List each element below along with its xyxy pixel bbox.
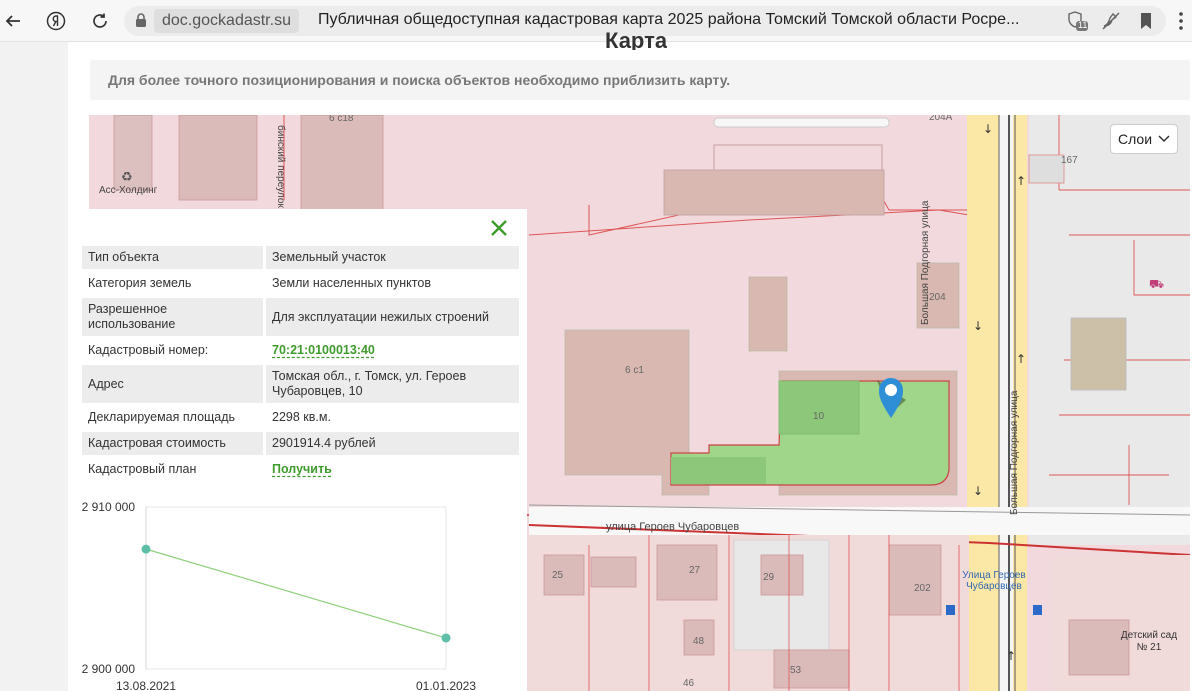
stop-label: Улица Героев Чубаровцев bbox=[962, 570, 1026, 592]
svg-text:↓: ↓ bbox=[973, 484, 983, 498]
y-tick-label: 2 900 000 bbox=[82, 662, 136, 676]
info-value: Для эксплуатации нежилых строений bbox=[263, 298, 519, 336]
reader-off-icon[interactable] bbox=[1100, 10, 1122, 32]
shield-count: 11 bbox=[1078, 20, 1088, 30]
recycle-icon: ♻ bbox=[121, 169, 133, 184]
svg-text:↑: ↑ bbox=[1016, 174, 1026, 188]
x-tick-label: 01.01.2023 bbox=[416, 679, 476, 691]
svg-text:↑: ↑ bbox=[1006, 649, 1016, 663]
info-key: Тип объекта bbox=[82, 246, 263, 269]
info-value: Земельный участок bbox=[263, 246, 519, 269]
map-label-167: 167 bbox=[1061, 155, 1078, 166]
info-value: 2901914.4 рублей bbox=[263, 432, 519, 455]
map-label-202: 202 bbox=[914, 583, 931, 594]
map-label-25: 25 bbox=[552, 570, 564, 581]
info-key: Кадастровый план bbox=[88, 462, 197, 476]
close-icon[interactable] bbox=[487, 216, 511, 240]
info-key: Адрес bbox=[82, 365, 263, 403]
map-label-10: 10 bbox=[813, 411, 825, 422]
info-value: Томская обл., г. Томск, ул. Героев Чубар… bbox=[263, 365, 519, 403]
map-label-53: 53 bbox=[790, 665, 802, 676]
map-label-27: 27 bbox=[689, 565, 701, 576]
info-value: Земли населенных пунктов bbox=[263, 272, 519, 295]
car-service-icon: ⛟ bbox=[1149, 277, 1165, 291]
info-row-address: Адрес Томская обл., г. Томск, ул. Героев… bbox=[82, 365, 519, 403]
url-domain[interactable]: doc.gockadastr.su bbox=[154, 9, 299, 33]
street-label-geroev: улица Героев Чубаровцев bbox=[606, 521, 740, 533]
map-label-46: 46 bbox=[683, 678, 695, 689]
back-arrow-icon[interactable] bbox=[0, 8, 26, 34]
info-value: 2298 кв.м. bbox=[263, 406, 519, 429]
chart-point[interactable] bbox=[441, 633, 451, 643]
map-label-48: 48 bbox=[693, 636, 705, 647]
info-key: Разрешенное использование bbox=[82, 298, 263, 336]
map-label-29: 29 bbox=[763, 572, 775, 583]
zoom-notice: Для более точного позиционирования и пои… bbox=[90, 60, 1190, 100]
svg-text:↓: ↓ bbox=[973, 319, 983, 333]
x-tick-label: 13.08.2021 bbox=[116, 679, 176, 691]
chart-plot-area bbox=[145, 506, 447, 670]
browser-toolbar: doc.gockadastr.su Публичная общедоступна… bbox=[0, 0, 1192, 42]
map-label-204: 204 bbox=[929, 292, 946, 303]
info-key: Кадастровый номер: bbox=[88, 343, 209, 357]
reload-icon[interactable] bbox=[87, 8, 113, 34]
info-row-usage: Разрешенное использование Для эксплуатац… bbox=[82, 298, 519, 336]
page-title: Карта bbox=[605, 28, 668, 50]
yandex-logo-icon[interactable] bbox=[43, 8, 69, 34]
layers-label: Слои bbox=[1117, 131, 1153, 147]
protect-shield-icon[interactable]: 11 bbox=[1066, 10, 1088, 32]
bookmark-icon[interactable] bbox=[1135, 10, 1157, 32]
svg-text:↑: ↑ bbox=[1016, 352, 1026, 366]
info-row-cost: Кадастровая стоимость 2901914.4 рублей bbox=[82, 432, 519, 455]
info-row-plan: Кадастровый план Получить bbox=[82, 458, 519, 481]
lock-icon bbox=[134, 12, 148, 28]
kindergarten-label: Детский сад № 21 bbox=[1120, 630, 1178, 653]
tab-title: Публичная общедоступная кадастровая карт… bbox=[318, 11, 1020, 28]
info-key: Кадастровая стоимость bbox=[82, 432, 263, 455]
cadastral-number-link[interactable]: 70:21:0100013:40 bbox=[272, 343, 375, 357]
street-label-podgornaya-1: Большая Подгорная улица bbox=[920, 200, 931, 325]
object-info-table: Тип объекта Земельный участок Категория … bbox=[82, 243, 519, 484]
y-tick-label: 2 910 000 bbox=[82, 500, 136, 514]
map-label-6c18: 6 с18 bbox=[329, 115, 354, 124]
chevron-down-icon bbox=[1158, 135, 1170, 143]
get-plan-link[interactable]: Получить bbox=[272, 462, 332, 476]
map-label-6c1: 6 с1 bbox=[625, 365, 644, 376]
info-row-category: Категория земель Земли населенных пункто… bbox=[82, 272, 519, 295]
street-label-lane: бинский переулок bbox=[275, 125, 286, 208]
menu-dots-icon[interactable] bbox=[1170, 10, 1192, 32]
map-label-204a: 204А bbox=[929, 115, 953, 123]
street-label-podgornaya-2: Большая Подгорная улица bbox=[1009, 390, 1020, 515]
info-row-type: Тип объекта Земельный участок bbox=[82, 246, 519, 269]
cost-history-chart: 2 910 000 2 900 000 13.08.2021 01.01.202… bbox=[82, 500, 477, 691]
info-key: Категория земель bbox=[88, 276, 192, 290]
info-key: Декларируемая площадь bbox=[88, 410, 236, 424]
chart-point[interactable] bbox=[141, 544, 151, 554]
svg-text:↓: ↓ bbox=[983, 122, 993, 136]
info-row-area: Декларируемая площадь 2298 кв.м. bbox=[82, 406, 519, 429]
info-row-cadastral-number: Кадастровый номер: 70:21:0100013:40 bbox=[82, 339, 519, 362]
company-label: Асс-Холдинг bbox=[99, 185, 158, 196]
layers-dropdown[interactable]: Слои bbox=[1110, 124, 1178, 154]
